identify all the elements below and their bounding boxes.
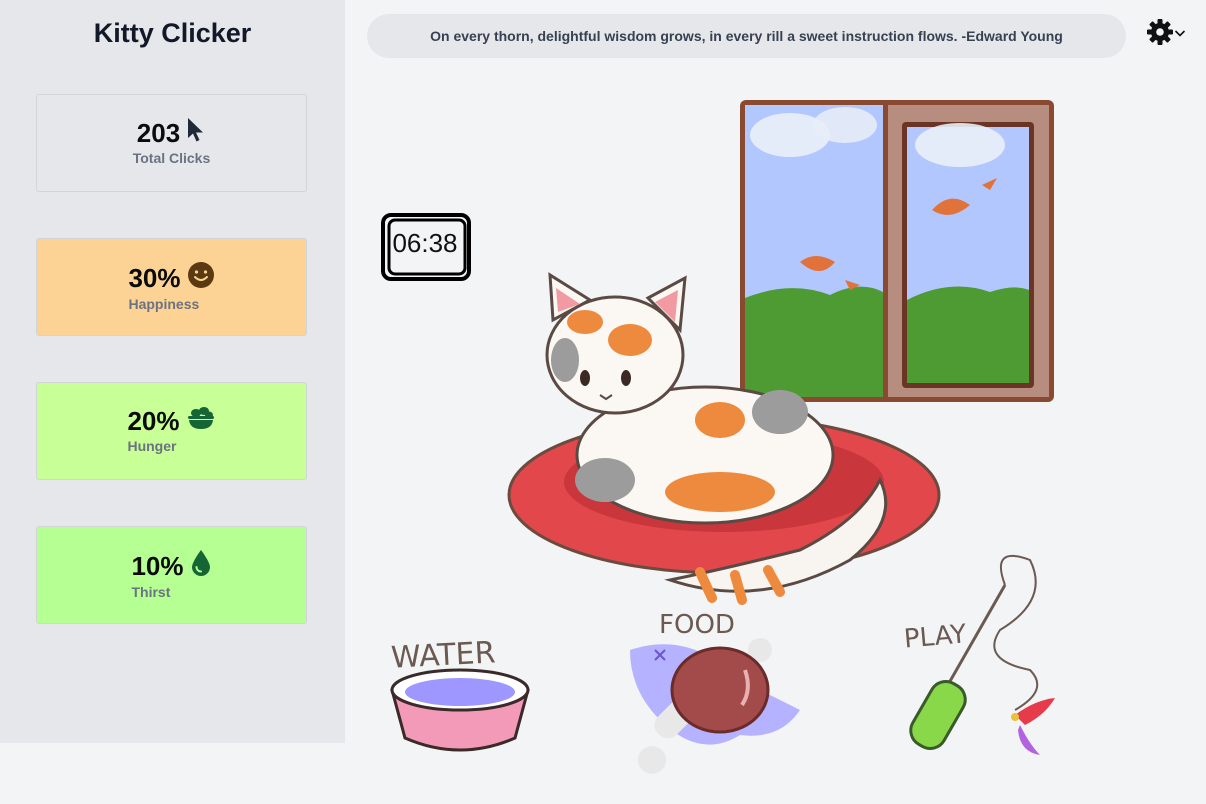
room-scene: WATER FOOD PLAY bbox=[390, 100, 1055, 774]
play-label: PLAY bbox=[903, 619, 968, 654]
water-bowl-button[interactable]: WATER bbox=[390, 635, 530, 752]
window bbox=[740, 100, 1054, 402]
food-button[interactable]: FOOD bbox=[630, 610, 800, 774]
food-label: FOOD bbox=[659, 610, 735, 640]
play-toy-button[interactable]: PLAY bbox=[903, 555, 1055, 755]
